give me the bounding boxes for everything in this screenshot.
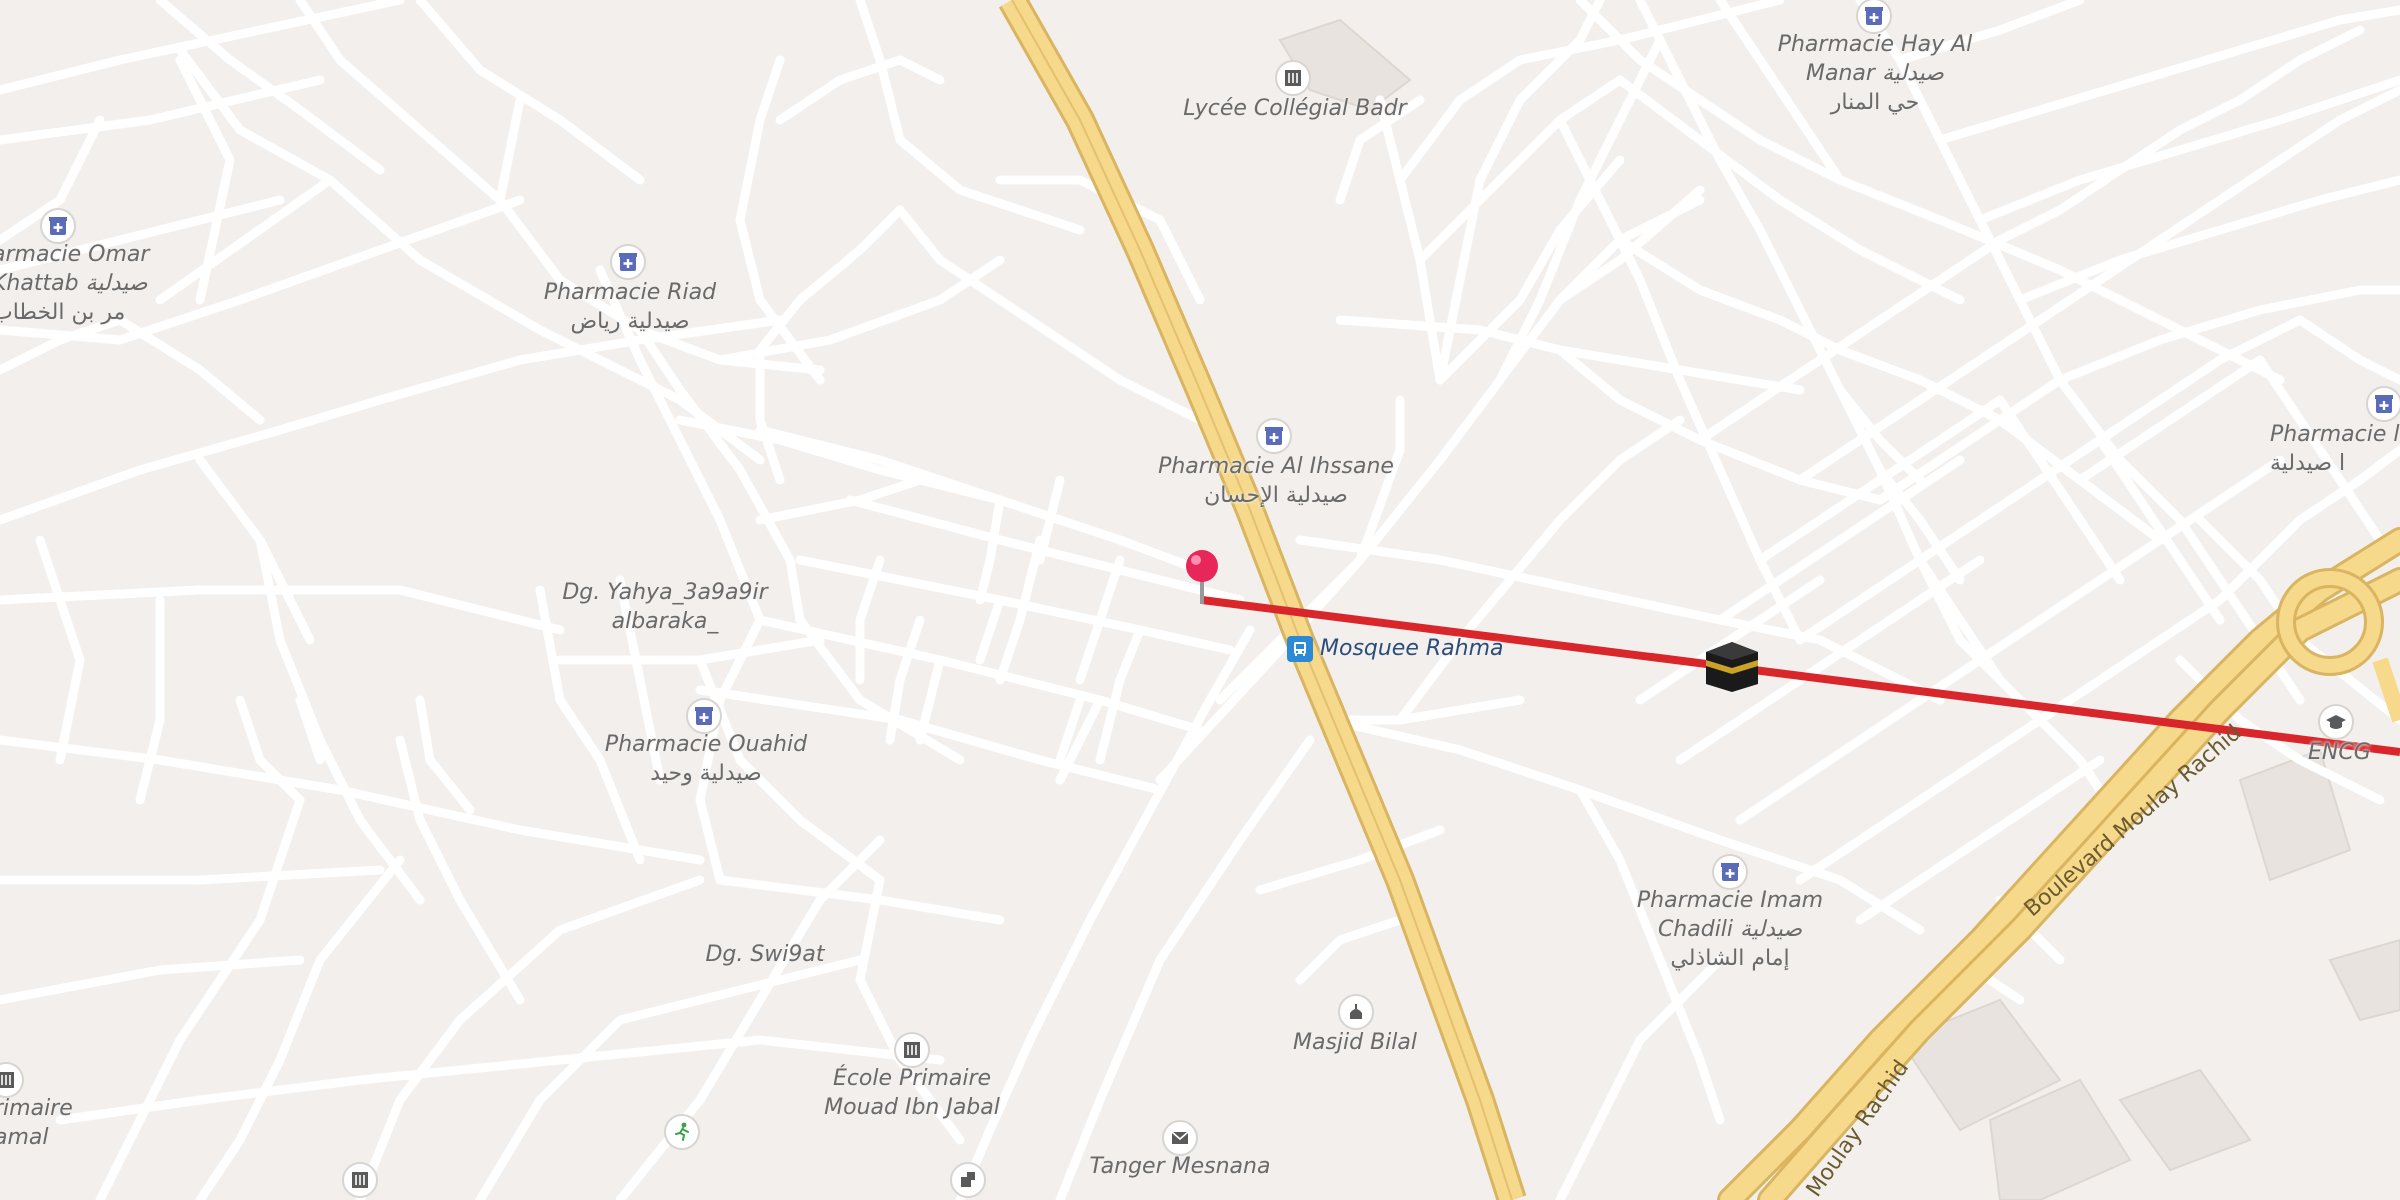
poi-label-pharmacie-imam-chadili[interactable]: Pharmacie Imam Chadili صيدلية إمام الشاذلي: [1620, 886, 1840, 973]
school-icon[interactable]: [894, 1032, 930, 1068]
university-icon[interactable]: [2318, 704, 2354, 740]
poi-label-masjid-bilal[interactable]: Masjid Bilal: [1270, 1028, 1440, 1057]
poi-label-pharmacie-al-ihssane[interactable]: Pharmacie Al Ihssane صيدلية الإحسان: [1156, 452, 1396, 510]
pharmacy-icon[interactable]: [40, 208, 76, 244]
poi-label-mosquee-rahma[interactable]: Mosquee Rahma: [1320, 634, 1504, 663]
school-icon[interactable]: [1275, 60, 1311, 96]
poi-label-pharmacie-omar[interactable]: armacie Omar Khattab صيدلية مر بن الخطاب: [0, 240, 149, 327]
map-view[interactable]: armacie Omar Khattab صيدلية مر بن الخطاب P…: [0, 0, 2400, 1200]
poi-label-pharmacie-riad[interactable]: Pharmacie Riad صيدلية رياض: [530, 278, 730, 336]
poi-label-dg-swi9at[interactable]: Dg. Swi9at: [700, 940, 830, 969]
bus-stop-icon[interactable]: [1287, 636, 1313, 662]
poi-label-encg[interactable]: ENCG: [2308, 738, 2371, 767]
poi-label-ecole-mouad[interactable]: École Primaire Mouad Ibn Jabal: [812, 1064, 1012, 1122]
post-office-icon[interactable]: [1162, 1120, 1198, 1156]
pharmacy-icon[interactable]: [610, 244, 646, 280]
pharmacy-icon[interactable]: [2366, 386, 2400, 422]
location-pin-icon[interactable]: [1180, 548, 1224, 612]
pharmacy-icon[interactable]: [1256, 418, 1292, 454]
mosque-icon[interactable]: [1338, 994, 1374, 1030]
poi-label-pharmacie-right[interactable]: Pharmacie l صيدلية l: [2270, 420, 2400, 478]
kaaba-icon[interactable]: [1704, 638, 1760, 698]
poi-label-lycee-badr[interactable]: Lycée Collégial Badr: [1180, 94, 1410, 123]
poi-label-pharmacie-hay-al-manar[interactable]: Pharmacie Hay Al Manar صيدلية حي المنار: [1775, 30, 1975, 117]
poi-label-pharmacie-ouahid[interactable]: Pharmacie Ouahid صيدلية وحيد: [596, 730, 816, 788]
poi-label-dg-yahya[interactable]: Dg. Yahya_3a9a9ir albaraka_: [560, 578, 770, 636]
building-icon[interactable]: [950, 1162, 986, 1198]
poi-label-ecole-left[interactable]: rimaireamal: [0, 1094, 73, 1152]
pharmacy-icon[interactable]: [1712, 854, 1748, 890]
sports-icon[interactable]: [664, 1114, 700, 1150]
poi-label-tanger-mesnana[interactable]: Tanger Mesnana: [1080, 1152, 1280, 1181]
school-icon[interactable]: [342, 1162, 378, 1198]
pharmacy-icon[interactable]: [686, 698, 722, 734]
